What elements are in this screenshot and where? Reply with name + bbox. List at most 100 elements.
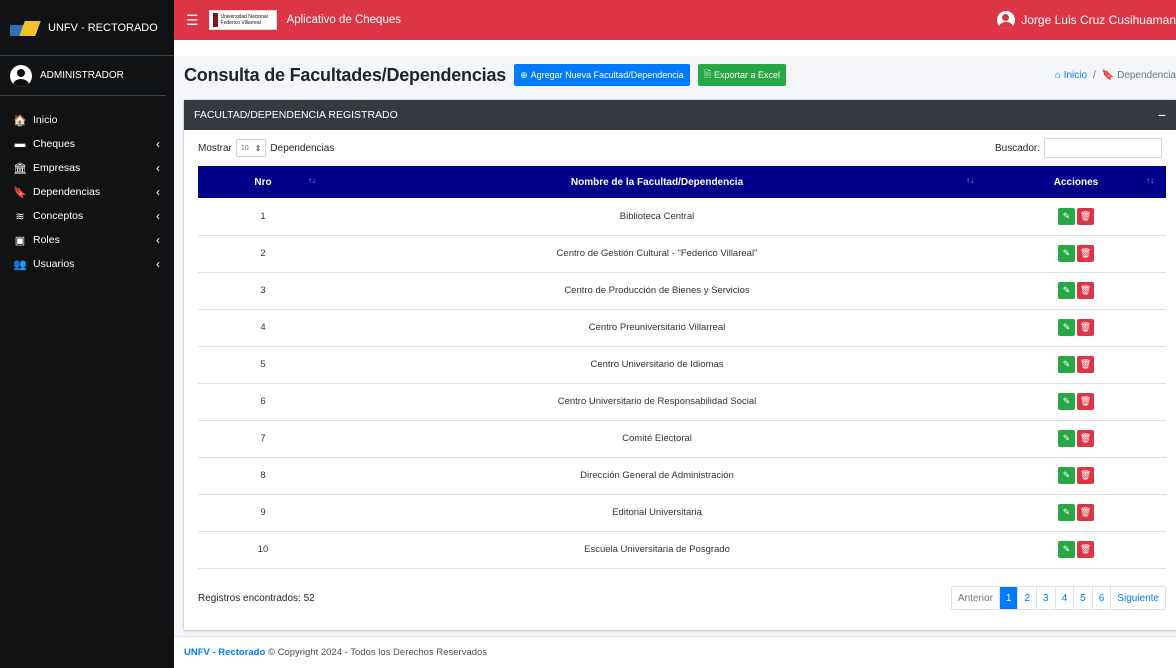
edit-button[interactable]: ✎ <box>1058 207 1075 225</box>
page-footer: UNFV - Rectorado © Copyright 2024 - Todo… <box>174 636 1176 668</box>
cell-name: Editorial Universitaria <box>612 507 702 518</box>
table-row: 3 Centro de Producción de Bienes y Servic… <box>198 272 1166 309</box>
chevron-left-icon: ‹ <box>156 161 160 175</box>
page-length-select[interactable]: 10 ⇕ <box>235 139 267 157</box>
collapse-icon[interactable]: − <box>1158 107 1166 123</box>
table-row: 6 Centro Universitario de Responsabilidad… <box>198 383 1166 420</box>
id-card-icon: ▣ <box>14 234 26 247</box>
sidebar-item-conceptos[interactable]: ≋ Conceptos ‹ <box>0 204 174 228</box>
pencil-icon: ✎ <box>1062 285 1071 295</box>
column-header-actions[interactable]: Acciones ↑↓ <box>986 166 1166 198</box>
user-panel[interactable]: ADMINISTRADOR <box>0 56 166 96</box>
edit-button[interactable]: ✎ <box>1058 467 1075 484</box>
table-header-row: Nro ↑↓ Nombre de la Facultad/Dependencia ↑… <box>198 166 1166 198</box>
pencil-icon: ✎ <box>1062 210 1071 221</box>
sidebar-item-dependencias[interactable]: 🔖 Dependencias ‹ <box>0 180 174 204</box>
sidebar-item-label: Conceptos <box>33 210 84 222</box>
cell-name: Centro Universitario de Responsabilidad … <box>557 396 757 407</box>
cell-nro: 8 <box>260 470 266 481</box>
edit-button[interactable]: ✎ <box>1058 541 1075 558</box>
cell-actions: ✎ 🗑 <box>986 531 1166 568</box>
edit-button[interactable]: ✎ <box>1058 356 1075 373</box>
pencil-icon: ✎ <box>1062 396 1071 406</box>
trash-icon: 🗑 <box>1079 210 1092 221</box>
pagination-page-4[interactable]: 4 <box>1054 587 1074 609</box>
trash-icon: 🗑 <box>1079 507 1092 517</box>
edit-button[interactable]: ✎ <box>1058 504 1075 521</box>
delete-button[interactable]: 🗑 <box>1077 356 1094 373</box>
sidebar-item-cheques[interactable]: ▬ Cheques ‹ <box>0 132 174 156</box>
dependencies-table: Nro ↑↓ Nombre de la Facultad/Dependencia ↑… <box>198 166 1166 569</box>
trash-icon: 🗑 <box>1079 470 1092 480</box>
pagination-siguiente[interactable]: Siguiente <box>1110 587 1165 609</box>
delete-button[interactable]: 🗑 <box>1077 319 1094 336</box>
pagination-page-1[interactable]: 1 <box>998 587 1018 609</box>
top-user-menu[interactable]: Jorge Luis Cruz Cusihuaman <box>997 11 1176 29</box>
cell-actions: ✎ 🗑 <box>986 457 1166 494</box>
column-header-nro[interactable]: Nro ↑↓ <box>198 166 328 198</box>
edit-button[interactable]: ✎ <box>1058 319 1075 336</box>
top-navbar-bar: ☰ Universidad Nacional Federico Villarre… <box>174 0 1176 40</box>
brand-title: UNFV - RECTORADO <box>48 21 158 34</box>
table-row: 9 Editorial Universitaria ✎ 🗑 <box>198 494 1166 531</box>
delete-button[interactable]: 🗑 <box>1077 207 1094 225</box>
pencil-icon: ✎ <box>1062 359 1071 369</box>
delete-button[interactable]: 🗑 <box>1077 541 1094 558</box>
sidebar-item-label: Cheques <box>33 138 76 150</box>
cell-name: Comité Electoral <box>622 433 692 444</box>
bookmark-icon: 🔖 <box>13 186 27 199</box>
delete-button[interactable]: 🗑 <box>1077 504 1094 521</box>
edit-button[interactable]: ✎ <box>1058 430 1075 447</box>
column-header-name[interactable]: Nombre de la Facultad/Dependencia ↑↓ <box>328 166 986 198</box>
sidebar-item-empresas[interactable]: 🏛 Empresas ‹ <box>0 156 174 180</box>
breadcrumb-home[interactable]: ⌂ Inicio <box>1055 70 1087 81</box>
cell-name: Centro Universitario de Idiomas <box>590 359 724 370</box>
footer-link[interactable]: UNFV - Rectorado <box>184 647 265 658</box>
hamburger-menu-icon[interactable]: ☰ <box>186 12 199 29</box>
edit-button[interactable]: ✎ <box>1058 393 1075 410</box>
top-user-name: Jorge Luis Cruz Cusihuaman <box>1021 13 1176 27</box>
delete-button[interactable]: 🗑 <box>1077 245 1094 262</box>
cell-actions: ✎ 🗑 <box>986 494 1166 531</box>
users-icon: 👥 <box>13 258 27 271</box>
add-dependency-button[interactable]: ⊕ Agregar Nueva Facultad/Dependencia <box>514 64 690 86</box>
university-logo: Universidad Nacional Federico Villarreal <box>208 10 277 30</box>
breadcrumb-separator: / <box>1093 69 1096 81</box>
delete-button[interactable]: 🗑 <box>1077 430 1094 447</box>
file-excel-icon: 🗎 <box>703 69 711 79</box>
pagination-anterior[interactable]: Anterior <box>952 587 999 609</box>
pencil-icon: ✎ <box>1062 433 1071 443</box>
sidebar-item-inicio[interactable]: 🏠 Inicio <box>0 108 174 132</box>
cell-name: Escuela Universitaria de Posgrado <box>584 544 730 555</box>
sidebar-item-label: Roles <box>33 234 60 246</box>
delete-button[interactable]: 🗑 <box>1077 393 1094 410</box>
pagination-page-5[interactable]: 5 <box>1073 587 1092 609</box>
sidebar: UNFV - RECTORADO ADMINISTRADOR 🏠 Inicio ▬ C… <box>0 0 174 668</box>
cell-actions: ✎ 🗑 <box>986 235 1166 272</box>
cell-actions: ✎ 🗑 <box>986 346 1166 383</box>
search-input[interactable] <box>1044 138 1162 158</box>
pencil-icon: ✎ <box>1062 322 1071 332</box>
delete-button[interactable]: 🗑 <box>1077 467 1094 484</box>
check-card-icon: ▬ <box>14 138 26 150</box>
cell-nro: 1 <box>260 210 266 222</box>
pagination-page-6[interactable]: 6 <box>1091 587 1111 609</box>
brand-link[interactable]: UNFV - RECTORADO <box>0 0 174 56</box>
breadcrumb-current: 🔖 Dependencia <box>1101 69 1176 81</box>
home-icon: 🏠 <box>13 114 27 127</box>
pagination-page-3[interactable]: 3 <box>1036 587 1055 609</box>
edit-button[interactable]: ✎ <box>1058 245 1075 262</box>
sidebar-item-usuarios[interactable]: 👥 Usuarios ‹ <box>0 252 174 276</box>
delete-button[interactable]: 🗑 <box>1077 282 1094 299</box>
pagination-page-2[interactable]: 2 <box>1017 587 1036 609</box>
sort-icon: ↑↓ <box>308 176 316 185</box>
edit-button[interactable]: ✎ <box>1058 282 1075 299</box>
app-name[interactable]: Aplicativo de Cheques <box>287 14 401 26</box>
trash-icon: 🗑 <box>1079 248 1092 258</box>
top-navbar: ☰ Universidad Nacional Federico Villarre… <box>174 0 1176 56</box>
pencil-icon: ✎ <box>1062 507 1071 517</box>
sidebar-item-label: Dependencias <box>33 186 101 198</box>
plus-circle-icon: ⊕ <box>520 69 528 80</box>
sidebar-item-roles[interactable]: ▣ Roles ‹ <box>0 228 174 252</box>
export-excel-button[interactable]: 🗎 Exportar a Excel <box>697 64 787 86</box>
